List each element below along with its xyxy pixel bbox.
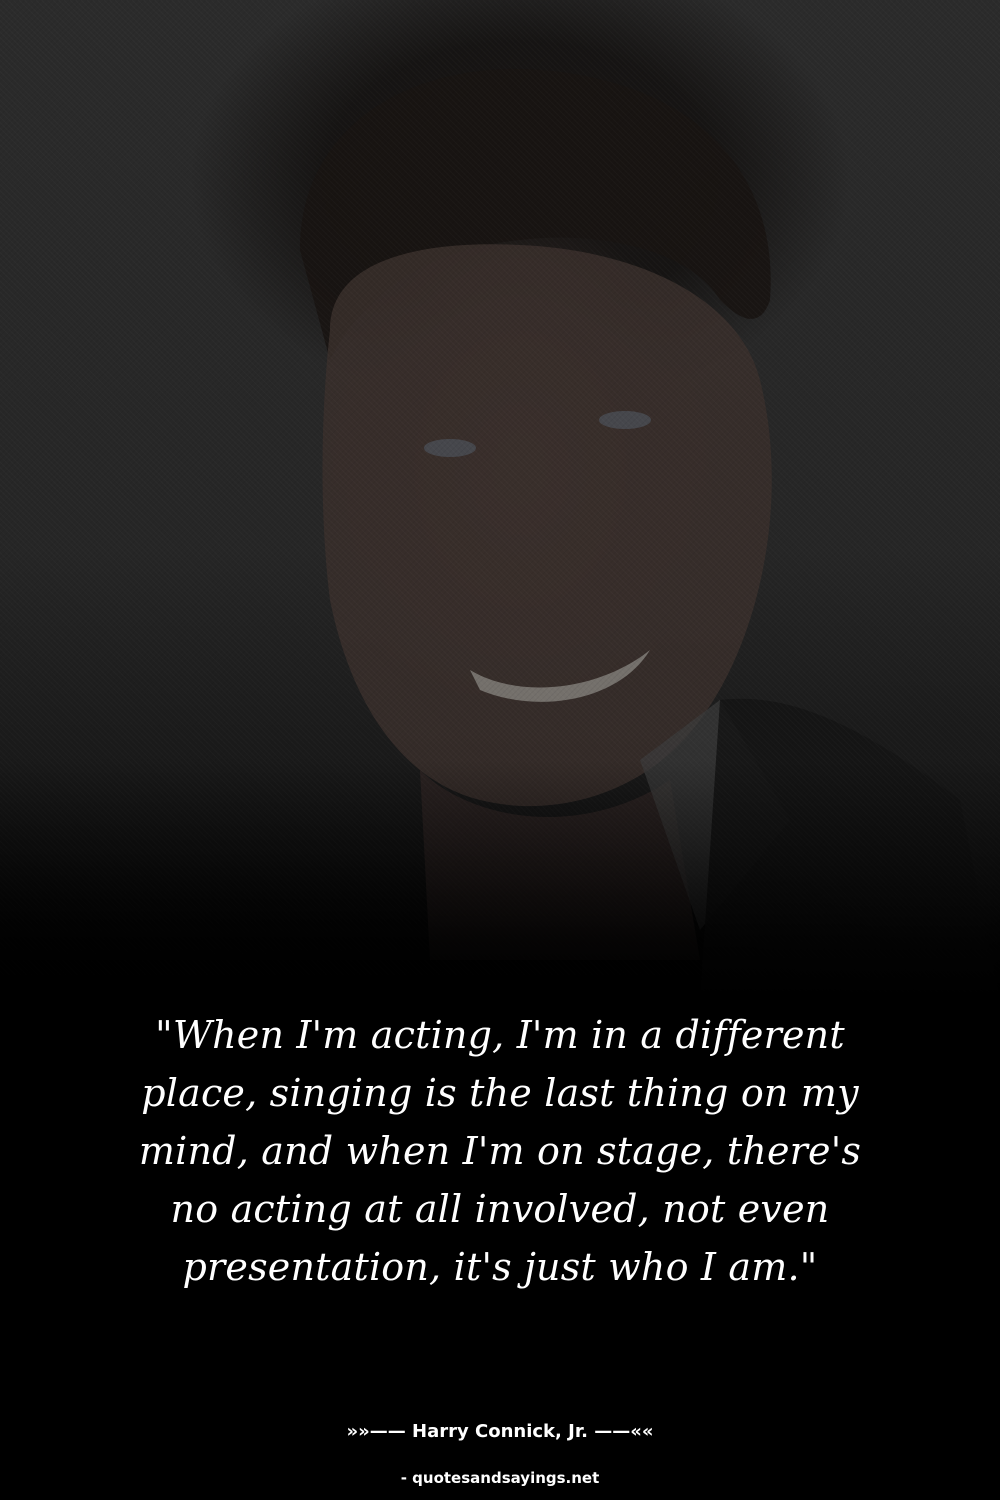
- attribution-prefix: »»——: [346, 1421, 413, 1442]
- attribution-suffix: ——««: [587, 1421, 654, 1442]
- attribution: »»—— Harry Connick, Jr. ——««: [0, 1420, 1000, 1444]
- source-credit: - quotesandsayings.net: [400, 1469, 600, 1487]
- quote-poster: "When I'm acting, I'm in a different pla…: [0, 0, 1000, 1500]
- author-name: Harry Connick, Jr.: [412, 1421, 588, 1442]
- quote-text: "When I'm acting, I'm in a different pla…: [138, 1013, 862, 1289]
- bottom-fade: [0, 760, 1000, 1000]
